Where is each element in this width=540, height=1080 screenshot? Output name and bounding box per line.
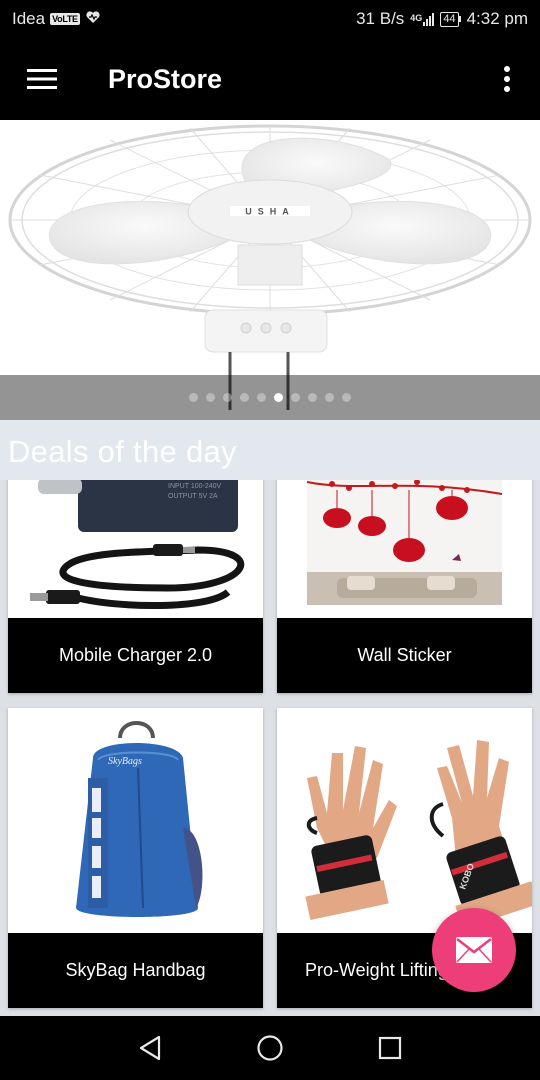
svg-text:OUTPUT 5V 2A: OUTPUT 5V 2A — [168, 493, 218, 500]
hamburger-menu-icon[interactable] — [0, 38, 84, 120]
app-bar: ProStore — [0, 38, 540, 120]
product-name: SkyBag Handbag — [8, 933, 263, 1008]
banner-carousel[interactable]: USHA — [0, 120, 540, 420]
carrier-name: Idea — [12, 9, 46, 28]
fan-brand-text: USHA — [245, 207, 295, 217]
battery-icon: 44 — [440, 11, 461, 27]
svg-text:INPUT 100-240V: INPUT 100-240V — [168, 483, 222, 490]
signal-icon: 4G — [410, 12, 435, 26]
carousel-dot-active[interactable] — [274, 393, 283, 402]
carousel-dot[interactable] — [223, 393, 232, 402]
product-image — [277, 480, 532, 618]
back-icon[interactable] — [120, 1018, 180, 1078]
network-speed: 31 B/s — [356, 9, 405, 28]
carousel-dot[interactable] — [342, 393, 351, 402]
product-name: Mobile Charger 2.0 — [8, 618, 263, 693]
product-name: Wall Sticker — [277, 618, 532, 693]
system-nav-bar — [0, 1016, 540, 1080]
deals-section-header: Deals of the day — [0, 420, 540, 480]
status-bar: Idea VoLTE 31 B/s 4G 44 4:32 pm — [0, 0, 540, 38]
mail-icon — [456, 937, 492, 963]
recents-icon[interactable] — [360, 1018, 420, 1078]
product-card[interactable]: SkyBags SkyBag Handbag — [8, 708, 263, 1008]
more-vert-icon[interactable] — [474, 38, 540, 120]
mail-fab-button[interactable] — [432, 908, 516, 992]
carousel-page-indicator — [0, 375, 540, 420]
product-card[interactable]: Wall Sticker — [277, 480, 532, 693]
clock: 4:32 pm — [466, 9, 528, 28]
carousel-dot[interactable] — [206, 393, 215, 402]
battery-level: 44 — [440, 11, 459, 27]
screen: Idea VoLTE 31 B/s 4G 44 4:32 pm ProStore… — [0, 0, 540, 1080]
deals-title: Deals of the day — [8, 434, 237, 469]
app-title: ProStore — [108, 63, 223, 94]
carousel-dot[interactable] — [291, 393, 300, 402]
carousel-dot[interactable] — [257, 393, 266, 402]
volte-badge: VoLTE — [50, 13, 80, 25]
carousel-dot[interactable] — [189, 393, 198, 402]
product-image: SkyBags — [8, 708, 263, 933]
product-image: KOBO — [277, 708, 532, 933]
carousel-dot[interactable] — [325, 393, 334, 402]
home-icon[interactable] — [240, 1018, 300, 1078]
product-image: INPUT 100-240V OUTPUT 5V 2A — [8, 480, 263, 618]
svg-text:SkyBags: SkyBags — [108, 756, 142, 767]
network-type: 4G — [410, 12, 423, 23]
carousel-dot[interactable] — [240, 393, 249, 402]
heart-icon — [85, 9, 101, 29]
carousel-dot[interactable] — [308, 393, 317, 402]
product-card[interactable]: INPUT 100-240V OUTPUT 5V 2A Mobile Charg… — [8, 480, 263, 693]
